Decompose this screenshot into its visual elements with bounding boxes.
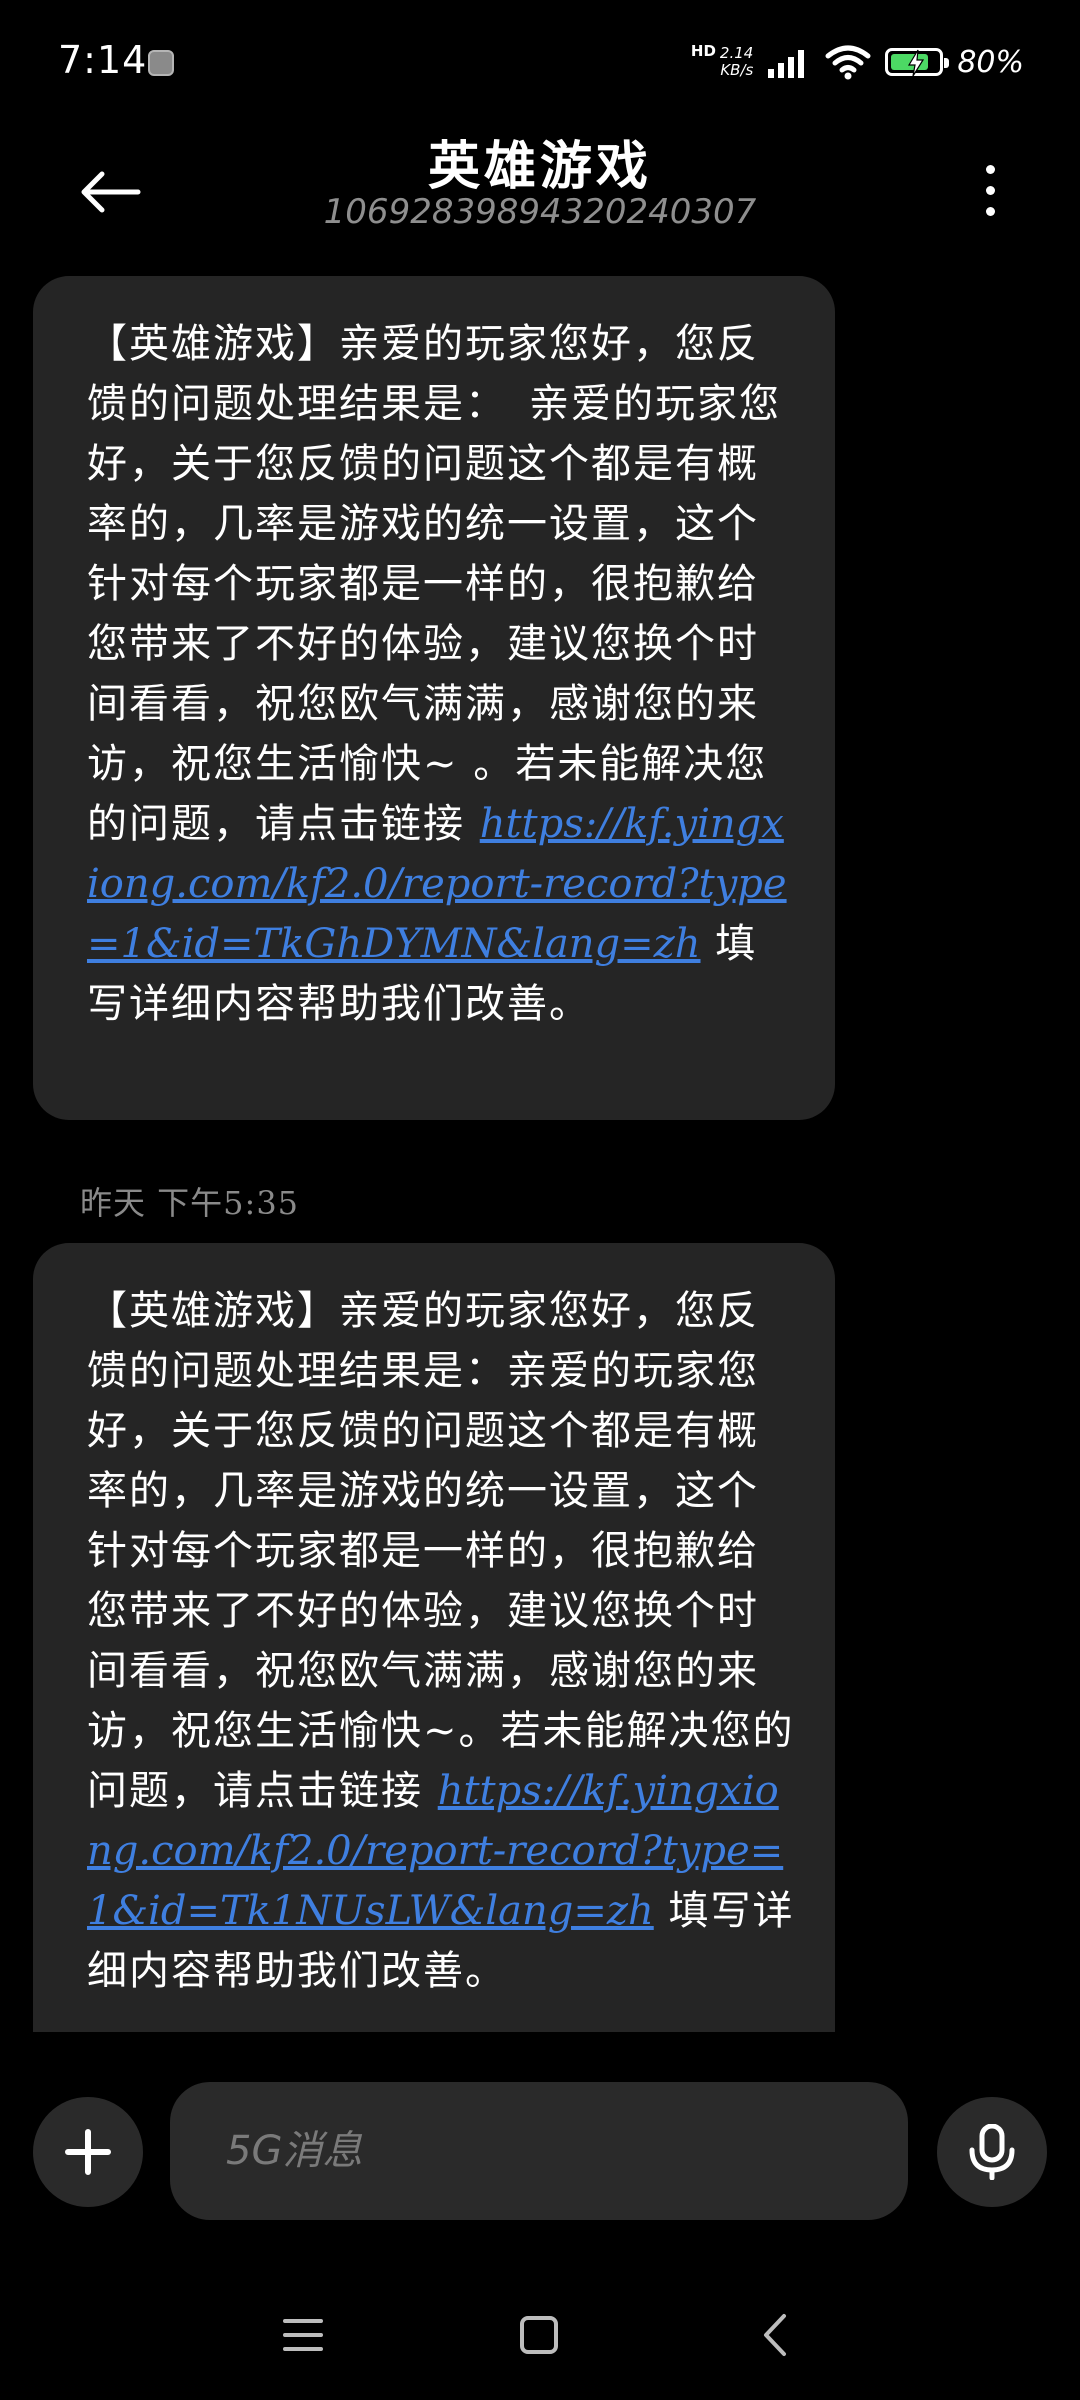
messaging-screen: 7:14 HD 2.14 KB/s 80% 英雄游戏 1069283989432… xyxy=(0,0,1080,2400)
message-composer xyxy=(0,2070,1080,2230)
back-icon xyxy=(764,2314,786,2356)
message-timestamp: 昨天 下午5:35 xyxy=(80,1184,300,1222)
recent-apps-button[interactable] xyxy=(258,2290,348,2380)
menu-icon xyxy=(283,2319,323,2351)
voice-input-button[interactable] xyxy=(937,2097,1047,2207)
hd-label: HD xyxy=(690,42,716,60)
message-text: 【英雄游戏】亲爱的玩家您好，您反馈的问题处理结果是：亲爱的玩家您好，关于您反馈的… xyxy=(87,1288,795,1814)
message-bubble[interactable]: 【英雄游戏】亲爱的玩家您好，您反馈的问题处理结果是： 亲爱的玩家您好，关于您反馈… xyxy=(33,276,835,1120)
more-dot xyxy=(985,185,995,195)
conversation-header: 英雄游戏 1069283989432024030​7 xyxy=(0,120,1080,250)
more-options-button[interactable] xyxy=(960,150,1020,230)
battery-cap xyxy=(944,58,950,68)
battery-percent: 80% xyxy=(957,44,1024,80)
wifi-icon xyxy=(825,45,871,80)
home-icon xyxy=(520,2316,558,2354)
signal-icon xyxy=(768,50,805,78)
charging-bolt-icon xyxy=(908,49,925,77)
home-button[interactable] xyxy=(494,2290,584,2380)
app-notification-icon xyxy=(148,50,174,76)
battery-charging-icon xyxy=(885,48,950,77)
sender-number: 1069283989432024030​7 xyxy=(323,192,757,232)
nav-back-button[interactable] xyxy=(730,2290,820,2380)
message-bubble[interactable]: 【英雄游戏】亲爱的玩家您好，您反馈的问题处理结果是：亲爱的玩家您好，关于您反馈的… xyxy=(33,1243,835,2032)
network-speed: 2.14 KB/s xyxy=(720,45,753,79)
status-time: 7:14 xyxy=(58,38,148,82)
status-bar: 7:14 HD 2.14 KB/s 80% xyxy=(0,0,1080,120)
message-list[interactable]: 【英雄游戏】亲爱的玩家您好，您反馈的问题处理结果是： 亲爱的玩家您好，关于您反馈… xyxy=(0,272,1080,2032)
system-nav-bar xyxy=(0,2290,1080,2380)
network-speed-value: 2.14 xyxy=(719,44,754,62)
message-text: 【英雄游戏】亲爱的玩家您好，您反馈的问题处理结果是： 亲爱的玩家您好，关于您反馈… xyxy=(87,321,781,847)
status-indicators: HD 2.14 KB/s 80% xyxy=(691,36,1024,88)
more-dot xyxy=(985,206,995,216)
add-attachment-button[interactable] xyxy=(33,2097,143,2207)
conversation-title: 英雄游戏 xyxy=(427,136,652,197)
more-vertical-icon xyxy=(985,164,995,174)
microphone-icon xyxy=(969,2124,1015,2180)
message-input[interactable] xyxy=(170,2082,908,2220)
plus-icon xyxy=(65,2129,111,2175)
network-speed-unit: KB/s xyxy=(720,61,754,79)
